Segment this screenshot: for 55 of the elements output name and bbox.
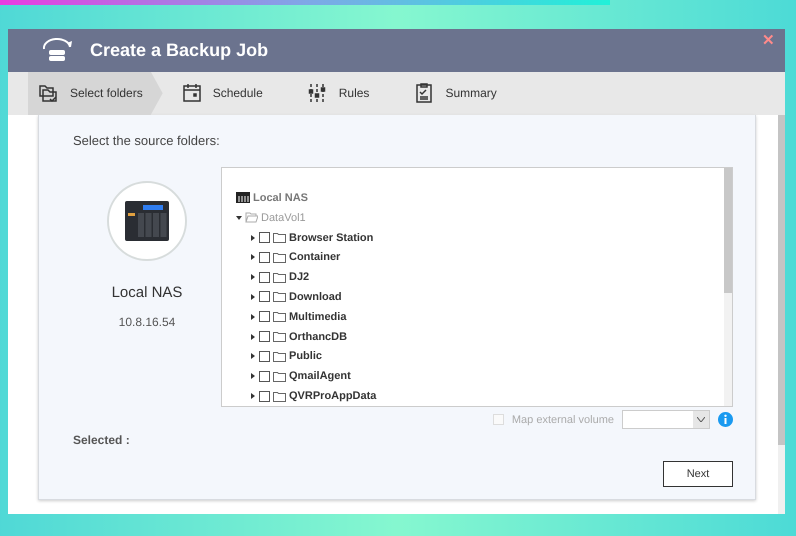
tree-item[interactable]: Download bbox=[289, 290, 342, 303]
checkbox[interactable] bbox=[259, 390, 270, 402]
folder-icon bbox=[273, 311, 286, 322]
info-icon[interactable] bbox=[718, 412, 733, 427]
open-folder-icon bbox=[245, 212, 258, 224]
folder-icon bbox=[273, 252, 286, 263]
chevron-down-icon bbox=[697, 417, 705, 422]
collapsed-triangle-icon[interactable] bbox=[250, 234, 256, 241]
folder-icon bbox=[273, 331, 286, 342]
server-icon bbox=[236, 192, 250, 204]
tree-item[interactable]: Public bbox=[289, 350, 322, 362]
folder-icon bbox=[273, 272, 286, 283]
checkbox[interactable] bbox=[259, 370, 270, 382]
checkbox[interactable] bbox=[259, 252, 270, 263]
window-title: Create a Backup Job bbox=[90, 40, 268, 61]
folder-icon bbox=[273, 390, 286, 402]
wizard-step[interactable]: Select folders bbox=[28, 72, 163, 115]
collapsed-triangle-icon[interactable] bbox=[250, 314, 256, 320]
expanded-triangle-icon[interactable] bbox=[236, 214, 242, 221]
collapsed-triangle-icon[interactable] bbox=[250, 334, 256, 340]
folder-icon bbox=[273, 350, 286, 362]
checkbox[interactable] bbox=[259, 232, 270, 244]
tree-item[interactable]: DJ2 bbox=[289, 271, 310, 284]
collapsed-triangle-icon[interactable] bbox=[250, 353, 256, 360]
tree-item[interactable]: Multimedia bbox=[289, 310, 346, 323]
folder-icon bbox=[273, 232, 286, 244]
checkbox[interactable] bbox=[259, 272, 270, 283]
tree-item[interactable]: OrthancDB bbox=[289, 330, 348, 343]
selected-label: Selected : bbox=[73, 433, 131, 447]
checkbox[interactable] bbox=[259, 350, 270, 362]
tree-item[interactable]: Container bbox=[289, 251, 340, 264]
checkbox[interactable] bbox=[259, 331, 270, 342]
collapsed-triangle-icon[interactable] bbox=[250, 274, 256, 280]
wizard-step[interactable]: Summary bbox=[403, 72, 517, 115]
collapsed-triangle-icon[interactable] bbox=[250, 373, 256, 380]
next-button[interactable]: Next bbox=[663, 461, 733, 487]
collapsed-triangle-icon[interactable] bbox=[250, 294, 256, 300]
device-address: 10.8.16.54 bbox=[118, 315, 176, 329]
folder-icon bbox=[273, 291, 286, 302]
device-name: Local NAS bbox=[112, 284, 182, 301]
tree-item[interactable]: QVRProAppData bbox=[289, 390, 376, 402]
section-heading: Select the source folders: bbox=[73, 133, 221, 148]
collapsed-triangle-icon[interactable] bbox=[250, 393, 256, 400]
wizard-step[interactable]: Schedule bbox=[170, 72, 283, 115]
tree-item[interactable]: Local NAS bbox=[253, 192, 308, 204]
folder-icon bbox=[273, 370, 286, 382]
checkbox[interactable] bbox=[259, 291, 270, 302]
calendar-icon bbox=[180, 82, 203, 104]
backup-icon bbox=[40, 37, 74, 64]
tree-item[interactable]: Browser Station bbox=[289, 232, 374, 244]
option-label: Map external volume bbox=[512, 414, 614, 426]
tree-item[interactable]: QmailAgent bbox=[289, 370, 351, 382]
checkbox[interactable] bbox=[259, 311, 270, 322]
wizard-step[interactable]: Rules bbox=[296, 72, 390, 115]
collapsed-triangle-icon[interactable] bbox=[250, 254, 256, 260]
